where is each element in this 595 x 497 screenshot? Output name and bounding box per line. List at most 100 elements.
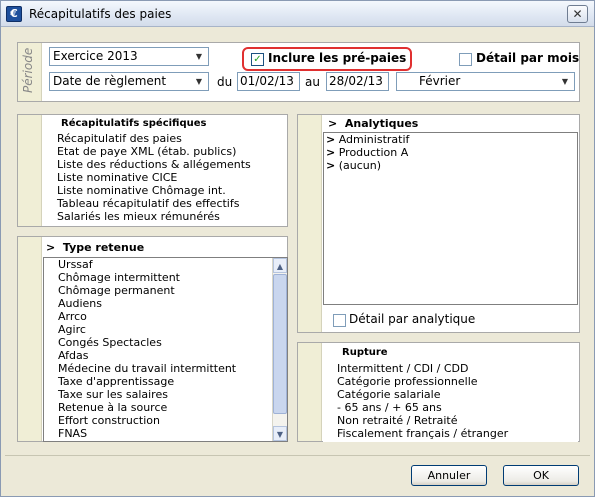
rupture-list[interactable]: Intermittent / CDI / CDD Catégorie profes… xyxy=(323,362,578,442)
list-item[interactable]: > (aucun) xyxy=(324,159,577,172)
panel-strip xyxy=(18,115,42,226)
list-item[interactable]: - 65 ans / + 65 ans xyxy=(323,401,578,414)
list-item-label: Non retraité / Retraité xyxy=(337,414,458,427)
chevron-down-icon: ▼ xyxy=(195,77,203,86)
list-item[interactable]: Agirc xyxy=(44,323,287,336)
list-item[interactable]: Taxe sur les salaires xyxy=(44,388,287,401)
list-item[interactable]: > Production A xyxy=(324,146,577,159)
list-item[interactable]: Fiscalement français / étranger xyxy=(323,427,578,440)
list-item-label: Retenue à la source xyxy=(58,401,168,414)
list-item-label: Tableau récapitulatif des effectifs xyxy=(57,197,240,210)
expand-icon: > xyxy=(326,159,336,172)
list-item[interactable]: Arrco xyxy=(44,310,287,323)
du-label: du xyxy=(217,75,233,89)
list-item-label: Liste nominative CICE xyxy=(57,171,178,184)
specific-recaps-list[interactable]: Récapitulatif des paies Etat de paye XML … xyxy=(43,132,287,226)
list-item-label: Catégorie salariale xyxy=(337,388,441,401)
list-item-label: Intermittent / CDI / CDD xyxy=(337,362,469,375)
list-item-label: Urssaf xyxy=(58,258,93,271)
list-item[interactable]: > Administratif xyxy=(324,133,577,146)
list-item[interactable]: Audiens xyxy=(44,297,287,310)
check-icon: ✓ xyxy=(253,54,262,65)
exercise-value: Exercice 2013 xyxy=(53,49,138,63)
detail-per-month-checkbox[interactable] xyxy=(459,53,472,66)
list-item-label: Production A xyxy=(338,146,409,159)
list-item[interactable]: Retenue à la source xyxy=(44,401,287,414)
analytics-list[interactable]: > Administratif > Production A > (aucun) xyxy=(323,132,578,305)
list-item[interactable]: Liste nominative CICE xyxy=(43,171,287,184)
month-value: Février xyxy=(419,74,461,88)
detail-per-month-label: Détail par mois xyxy=(476,51,580,65)
list-item[interactable]: Effort construction xyxy=(44,414,287,427)
panel-strip xyxy=(298,343,322,441)
list-item[interactable]: Urssaf xyxy=(44,258,287,271)
panel-strip xyxy=(298,115,322,332)
list-item[interactable]: Médecine du travail intermittent xyxy=(44,362,287,375)
detail-analytics-checkbox[interactable] xyxy=(333,314,346,327)
period-label: Période xyxy=(21,47,35,93)
rupture-panel: Rupture Intermittent / CDI / CDD Catégori… xyxy=(297,342,580,442)
ok-button[interactable]: OK xyxy=(503,465,579,486)
list-item[interactable]: Congés Spectacles xyxy=(44,336,287,349)
list-item[interactable]: Catégorie professionnelle xyxy=(323,375,578,388)
expand-icon: > xyxy=(326,146,336,159)
list-item[interactable]: FNAS xyxy=(44,427,287,440)
include-prepaid-checkbox[interactable]: ✓ xyxy=(251,53,264,66)
list-item-label: Effort construction xyxy=(58,414,160,427)
dialog-window: € Récapitulatifs des paies ✕ Période Exe… xyxy=(0,0,595,497)
list-item-label: Liste des réductions & allégements xyxy=(57,158,251,171)
list-item-label: Taxe sur les salaires xyxy=(58,388,168,401)
scroll-up-icon[interactable]: ▲ xyxy=(273,258,287,273)
list-item-label: Fiscalement français / étranger xyxy=(337,427,509,440)
specific-recaps-panel: Récapitulatifs spécifiques Récapitulatif… xyxy=(17,114,288,227)
list-item-label: Catégorie professionnelle xyxy=(337,375,478,388)
list-item[interactable]: Salariés les mieux rémunérés xyxy=(43,210,287,223)
retenue-list[interactable]: Urssaf Chômage intermittent Chômage perman… xyxy=(43,257,288,442)
close-button[interactable]: ✕ xyxy=(567,5,588,23)
expand-icon: > xyxy=(326,133,336,146)
panel-strip xyxy=(18,237,42,441)
footer-divider xyxy=(5,455,590,456)
list-item[interactable]: Catégorie salariale xyxy=(323,388,578,401)
list-item-label: Congés Spectacles xyxy=(58,336,162,349)
list-item-label: Médecine du travail intermittent xyxy=(58,362,237,375)
app-icon: € xyxy=(6,6,22,22)
list-item-label: Arrco xyxy=(58,310,87,323)
list-item[interactable]: Tableau récapitulatif des effectifs xyxy=(43,197,287,210)
list-item-label: Liste nominative Chômage int. xyxy=(57,184,226,197)
exercise-select[interactable]: Exercice 2013 ▼ xyxy=(49,47,209,66)
retenue-scrollbar[interactable]: ▲ ▼ xyxy=(272,258,287,441)
list-item[interactable]: Etat de paye XML (étab. publics) xyxy=(43,145,287,158)
detail-analytics-label: Détail par analytique xyxy=(349,312,476,326)
scroll-down-icon[interactable]: ▼ xyxy=(273,426,287,441)
list-item[interactable]: Récapitulatif des paies xyxy=(43,132,287,145)
list-item-label: - 65 ans / + 65 ans xyxy=(337,401,442,414)
list-item-label: Récapitulatif des paies xyxy=(57,132,182,145)
list-item[interactable]: Non retraité / Retraité xyxy=(323,414,578,427)
month-select[interactable]: Février ▼ xyxy=(396,72,575,91)
au-date-field[interactable]: 28/02/13 xyxy=(326,72,389,91)
list-item[interactable]: Chômage permanent xyxy=(44,284,287,297)
list-item[interactable]: Intermittent / CDI / CDD xyxy=(323,362,578,375)
list-item[interactable]: Chômage intermittent xyxy=(44,271,287,284)
list-item-label: Salariés les mieux rémunérés xyxy=(57,210,220,223)
cancel-button[interactable]: Annuler xyxy=(411,465,487,486)
du-date-field[interactable]: 01/02/13 xyxy=(237,72,300,91)
list-item[interactable]: Liste nominative Chômage int. xyxy=(43,184,287,197)
list-item[interactable]: Taxe d'apprentissage xyxy=(44,375,287,388)
expand-icon: > xyxy=(328,117,338,130)
list-item-label: Administratif xyxy=(338,133,410,146)
scroll-thumb[interactable] xyxy=(273,274,287,414)
list-item-label: Chômage permanent xyxy=(58,284,175,297)
list-item-label: FNAS xyxy=(58,427,88,440)
date-type-select[interactable]: Date de règlement ▼ xyxy=(49,72,209,91)
specific-recaps-title: Récapitulatifs spécifiques xyxy=(61,118,207,129)
list-item[interactable]: Afdas xyxy=(44,349,287,362)
list-item-label: Afdas xyxy=(58,349,89,362)
list-item[interactable]: Liste des réductions & allégements xyxy=(43,158,287,171)
period-strip: Période xyxy=(18,43,42,101)
list-item-label: Audiens xyxy=(58,297,103,310)
analytics-title: > Analytiques xyxy=(328,117,419,130)
list-item-label: (aucun) xyxy=(338,159,382,172)
analytics-panel: > Analytiques > Administratif > Productio… xyxy=(297,114,580,333)
